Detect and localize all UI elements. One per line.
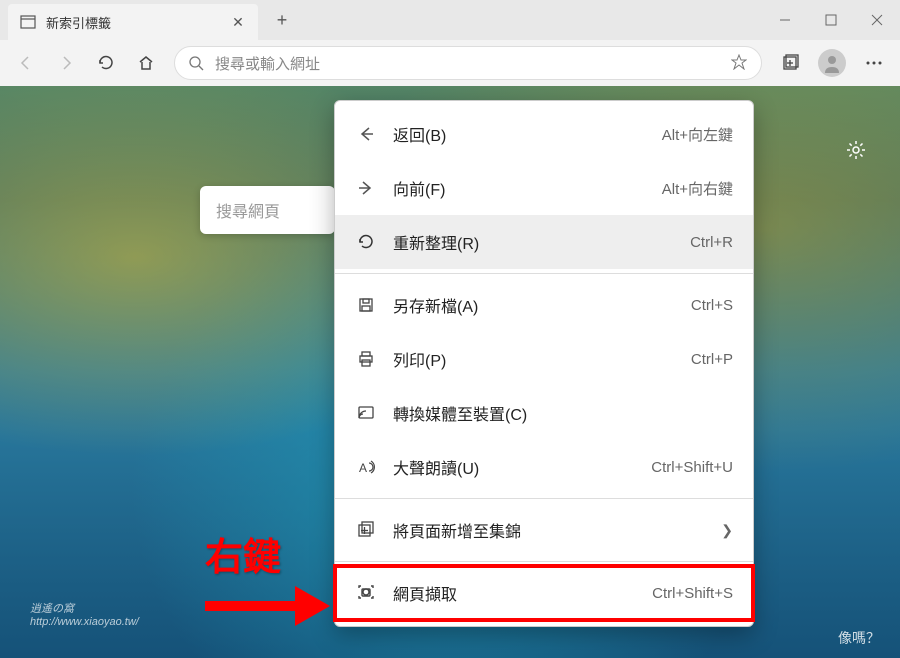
collections-icon: [355, 519, 377, 541]
close-window-button[interactable]: [854, 0, 900, 40]
profile-avatar[interactable]: [818, 49, 846, 77]
menu-collections[interactable]: 將頁面新增至集錦 ❯: [335, 503, 753, 557]
maximize-button[interactable]: [808, 0, 854, 40]
tab-close-button[interactable]: ✕: [230, 14, 246, 30]
capture-icon: [355, 582, 377, 604]
tab-title: 新索引標籤: [46, 13, 220, 32]
menu-read-aloud-label: 大聲朗讀(U): [393, 455, 635, 479]
menu-back-shortcut: Alt+向左鍵: [662, 124, 733, 145]
new-tab-button[interactable]: +: [266, 4, 298, 36]
annotation-arrow-icon: [195, 576, 335, 636]
cast-icon: [355, 402, 377, 424]
menu-separator: [335, 273, 753, 274]
menu-collections-label: 將頁面新增至集錦: [393, 518, 705, 542]
menu-button[interactable]: [856, 45, 892, 81]
menu-separator: [335, 498, 753, 499]
read-aloud-icon: A: [355, 456, 377, 478]
svg-text:A: A: [359, 461, 367, 475]
menu-reload-label: 重新整理(R): [393, 230, 674, 254]
watermark-url: http://www.xiaoyao.tw/: [30, 616, 139, 628]
print-icon: [355, 348, 377, 370]
menu-forward[interactable]: 向前(F) Alt+向右鍵: [335, 161, 753, 215]
favorite-icon[interactable]: [731, 54, 749, 72]
reload-button[interactable]: [88, 45, 124, 81]
tab-icon: [20, 14, 36, 30]
forward-button[interactable]: [48, 45, 84, 81]
menu-print-label: 列印(P): [393, 347, 675, 371]
save-icon: [355, 294, 377, 316]
menu-forward-label: 向前(F): [393, 176, 646, 200]
menu-web-capture[interactable]: 網頁擷取 Ctrl+Shift+S: [335, 566, 753, 620]
menu-save-as[interactable]: 另存新檔(A) Ctrl+S: [335, 278, 753, 332]
menu-read-aloud-shortcut: Ctrl+Shift+U: [651, 459, 733, 476]
menu-save-as-label: 另存新檔(A): [393, 293, 675, 317]
menu-back-label: 返回(B): [393, 122, 646, 146]
menu-web-capture-shortcut: Ctrl+Shift+S: [652, 585, 733, 602]
reload-icon: [355, 231, 377, 253]
menu-cast[interactable]: 轉換媒體至裝置(C): [335, 386, 753, 440]
search-placeholder: 搜尋網頁: [216, 198, 280, 222]
menu-read-aloud[interactable]: A 大聲朗讀(U) Ctrl+Shift+U: [335, 440, 753, 494]
toolbar: 搜尋或輸入網址: [0, 40, 900, 86]
menu-separator: [335, 561, 753, 562]
forward-icon: [355, 177, 377, 199]
bottom-text: 像嗎？: [838, 628, 880, 648]
titlebar: 新索引標籤 ✕ +: [0, 0, 900, 40]
browser-tab[interactable]: 新索引標籤 ✕: [8, 4, 258, 40]
menu-save-as-shortcut: Ctrl+S: [691, 297, 733, 314]
menu-forward-shortcut: Alt+向右鍵: [662, 178, 733, 199]
back-button[interactable]: [8, 45, 44, 81]
back-icon: [355, 123, 377, 145]
menu-cast-label: 轉換媒體至裝置(C): [393, 401, 717, 425]
menu-web-capture-label: 網頁擷取: [393, 581, 636, 605]
page-settings-button[interactable]: [840, 134, 872, 166]
collections-button[interactable]: [772, 45, 808, 81]
addressbar-placeholder: 搜尋或輸入網址: [215, 53, 731, 74]
minimize-button[interactable]: [762, 0, 808, 40]
window-controls: [762, 0, 900, 40]
annotation-label: 右鍵: [205, 526, 281, 581]
watermark: 逍遙の窩 http://www.xiaoyao.tw/: [30, 600, 139, 628]
menu-print[interactable]: 列印(P) Ctrl+P: [335, 332, 753, 386]
menu-reload-shortcut: Ctrl+R: [690, 234, 733, 251]
menu-reload[interactable]: 重新整理(R) Ctrl+R: [335, 215, 753, 269]
menu-print-shortcut: Ctrl+P: [691, 351, 733, 368]
menu-back[interactable]: 返回(B) Alt+向左鍵: [335, 107, 753, 161]
search-icon: [187, 54, 205, 72]
chevron-right-icon: ❯: [721, 522, 733, 539]
ntp-search-box[interactable]: 搜尋網頁: [200, 186, 335, 234]
watermark-text: 逍遙の窩: [30, 600, 139, 616]
page-content: 搜尋網頁 返回(B) Alt+向左鍵 向前(F) Alt+向右鍵 重新整理(R)…: [0, 86, 900, 658]
context-menu: 返回(B) Alt+向左鍵 向前(F) Alt+向右鍵 重新整理(R) Ctrl…: [334, 100, 754, 627]
addressbar[interactable]: 搜尋或輸入網址: [174, 46, 762, 80]
home-button[interactable]: [128, 45, 164, 81]
